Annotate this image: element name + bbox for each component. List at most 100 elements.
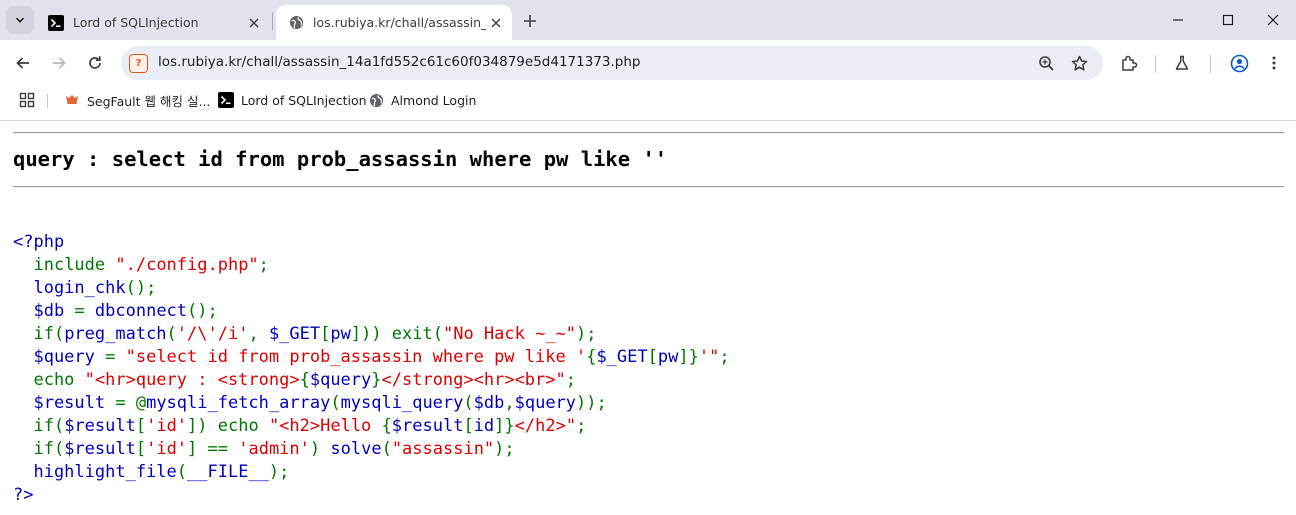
code-token: "./config.php" [115,255,259,275]
close-tab-icon[interactable] [486,13,506,33]
code-token: $result [64,416,136,436]
code-token: (); [187,301,218,321]
segfault-icon [64,92,80,108]
code-line: $query = "select id from prob_assassin w… [13,346,730,369]
code-line: ?> [13,484,730,507]
page-content: query : select id from prob_assassin whe… [0,121,1296,515]
code-token: include [33,255,116,275]
code-token: ; [576,416,587,436]
code-token: solve [330,439,382,459]
tab-title: Lord of SQLInjection [73,15,199,30]
maximize-button[interactable] [1214,6,1242,34]
code-token: highlight_file [13,462,177,482]
code-token: { [586,347,597,367]
code-token: { [381,416,392,436]
globe-icon [368,92,384,108]
tab-assassin-challenge[interactable]: los.rubiya.kr/chall/assassin_14a [276,5,512,40]
arrow-right-icon [53,57,66,69]
code-token: $db [473,393,505,413]
code-token: ) [309,439,331,459]
bookmark-lord-of-sqlinjection[interactable]: Lord of SQLInjection [218,90,367,110]
forward-button[interactable] [45,49,73,77]
code-token: dbconnect [94,301,188,321]
code-token: $query [13,347,106,367]
toolbar-separator [1155,55,1156,73]
tab-search-button[interactable] [6,6,34,34]
code-token: ( [176,462,188,482]
profile-avatar-icon[interactable] [1226,50,1252,76]
new-tab-button[interactable] [518,9,542,33]
code-token: ]} [494,416,515,436]
code-token: $db [13,301,75,321]
url-text[interactable]: los.rubiya.kr/chall/assassin_14a1fd552c6… [158,54,640,70]
plus-icon [524,15,536,27]
code-token: (); [125,278,157,298]
tab-strip: Lord of SQLInjection los.rubiya.kr/chall… [0,0,1296,40]
close-window-button[interactable] [1259,6,1287,34]
bookmark-label: SegFault 웹 해킹 실... [87,93,211,109]
code-line: if(preg_match('/\'/i', $_GET[pw])) exit(… [13,323,730,346]
code-token: { [299,370,310,390]
code-token: ); [268,462,290,482]
labs-flask-icon[interactable] [1169,50,1195,76]
tab-title: los.rubiya.kr/chall/assassin_14a [313,15,486,30]
terminal-icon [48,14,64,31]
code-token: $result [391,416,464,436]
code-token: echo [13,370,85,390]
code-token: "<hr>query : <strong> [84,370,300,390]
code-token: [ [135,439,147,459]
apps-grid-button[interactable] [19,90,35,110]
minimize-button[interactable] [1164,6,1192,34]
code-token: ; [719,347,730,367]
code-token: ; [258,255,269,275]
close-tab-icon[interactable] [244,13,264,33]
code-token: ] == [187,439,239,459]
address-bar[interactable]: ? los.rubiya.kr/chall/assassin_14a1fd552… [121,46,1103,80]
bookmark-label: Almond Login [391,92,477,108]
php-source-code: <?php include "./config.php"; login_chk(… [13,231,730,507]
code-token: , [504,393,515,413]
code-token: = [105,347,126,367]
code-token: [ [320,324,331,344]
code-token: ]} [678,347,699,367]
bookmark-label: Lord of SQLInjection [241,92,367,108]
menu-kebab-icon[interactable] [1261,50,1287,76]
code-token: id [473,416,495,436]
code-token: '/\'/i' [176,324,249,344]
code-line: $result = @mysqli_fetch_array(mysqli_que… [13,392,730,415]
code-token: ( [463,393,474,413]
back-button[interactable] [9,49,37,77]
reload-button[interactable] [81,49,109,77]
code-line: if($result['id']) echo "<h2>Hello {$resu… [13,415,730,438]
code-line: <?php [13,231,730,254]
code-token: if( [13,324,65,344]
code-token: pw [330,324,351,344]
code-line: login_chk(); [13,277,730,300]
tab-lord-of-sqlinjection[interactable]: Lord of SQLInjection [36,5,270,40]
code-token: 'id' [146,439,188,459]
code-line: highlight_file(__FILE__); [13,461,730,484]
extensions-icon[interactable] [1116,50,1142,76]
bookmark-segfault[interactable]: SegFault 웹 해킹 실... [64,90,210,110]
code-token: ); [576,324,597,344]
site-info-icon[interactable]: ? [129,54,148,73]
bookmark-star-icon[interactable] [1067,51,1091,75]
reload-icon [89,56,101,69]
code-token: mysqli_fetch_array [146,393,331,413]
bookmark-almond-login[interactable]: Almond Login [368,90,476,110]
code-token: $result [13,393,116,413]
code-token: </h2>" [514,416,577,436]
browser-toolbar: ? los.rubiya.kr/chall/assassin_14a1fd552… [0,40,1296,86]
tab-divider [272,12,273,30]
zoom-icon[interactable] [1034,51,1058,75]
code-token: login_chk [13,278,126,298]
code-token: 'id' [146,416,188,436]
terminal-icon [218,92,234,108]
chevron-down-icon [15,17,25,23]
horizontal-rule [13,132,1284,134]
code-token: mysqli_query [340,393,464,413]
code-token: $query [309,370,372,390]
code-token: = [74,301,95,321]
apps-grid-icon [19,92,35,108]
